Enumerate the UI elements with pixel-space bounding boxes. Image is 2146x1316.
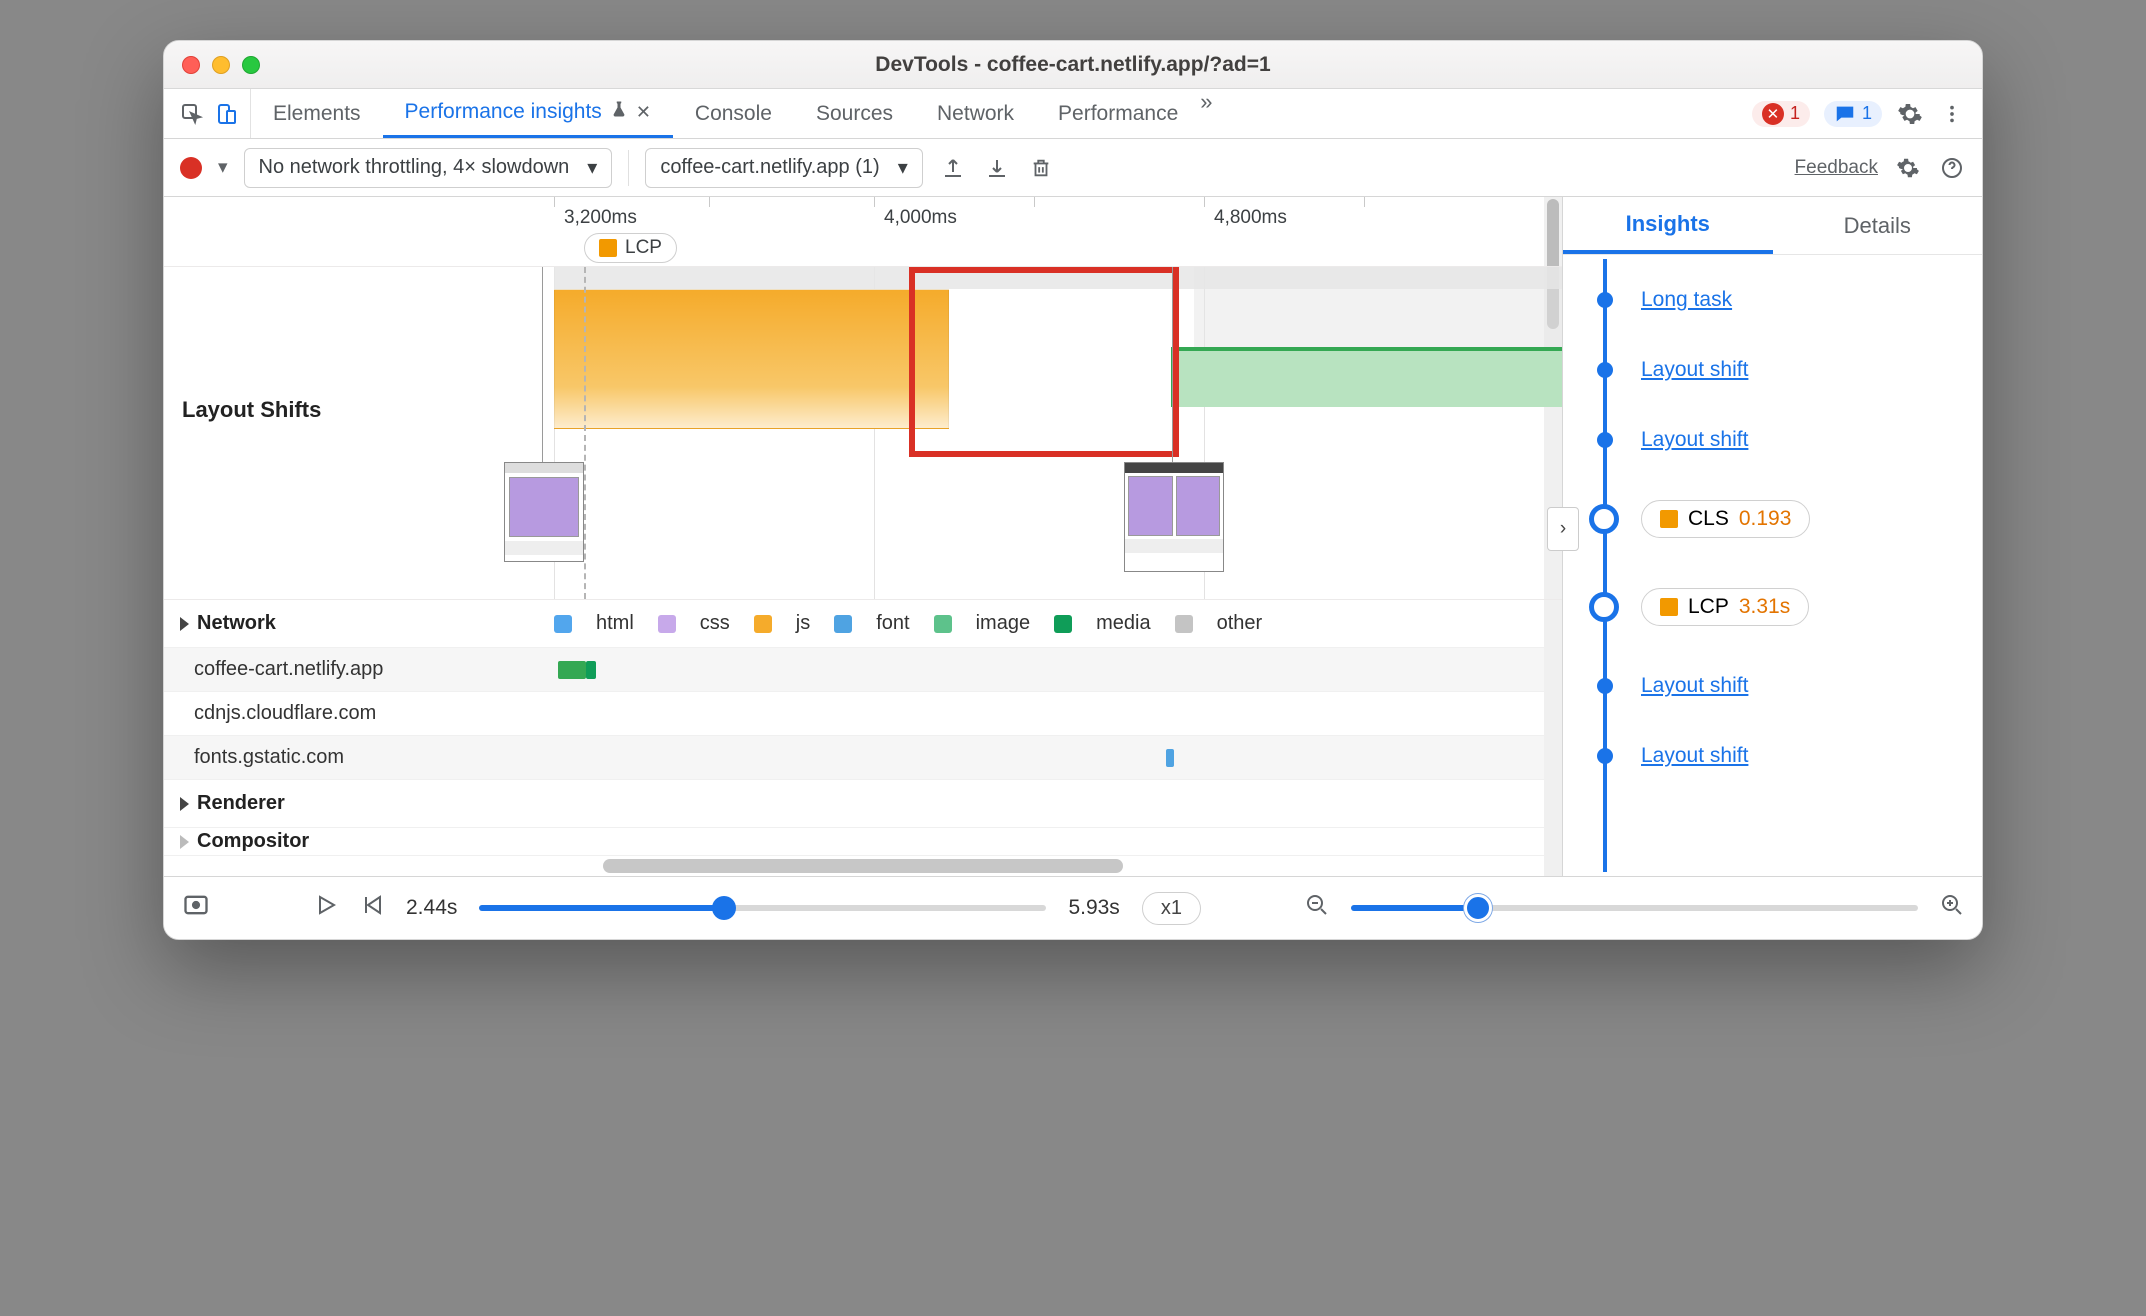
toggle-screenshots-icon[interactable]: [182, 891, 210, 925]
network-row[interactable]: coffee-cart.netlify.app: [164, 648, 1562, 692]
highlight-box: [909, 267, 1179, 457]
insight-item[interactable]: Layout shift: [1563, 405, 1982, 475]
insight-metric-lcp[interactable]: LCP 3.31s: [1563, 563, 1982, 651]
delete-icon[interactable]: [1027, 154, 1055, 182]
tab-details[interactable]: Details: [1773, 197, 1983, 254]
layout-shifts-row: Layout Shifts: [164, 267, 1562, 600]
feedback-link[interactable]: Feedback: [1795, 157, 1878, 179]
window-title: DevTools - coffee-cart.netlify.app/?ad=1: [164, 53, 1982, 77]
device-toolbar-icon[interactable]: [212, 100, 240, 128]
network-legend: html css js font image media other: [554, 612, 1262, 635]
tab-network[interactable]: Network: [915, 89, 1036, 138]
insights-toolbar: ▾ No network throttling, 4× slowdown▾ co…: [164, 139, 1982, 197]
tab-close-icon[interactable]: ✕: [636, 102, 651, 123]
expand-arrow-icon[interactable]: [180, 797, 189, 811]
playback-bar: 2.44s 5.93s x1: [164, 877, 1982, 939]
record-menu-caret[interactable]: ▾: [218, 156, 228, 179]
insight-item[interactable]: Long task: [1563, 265, 1982, 335]
insights-sidebar: › Insights Details Long task Layout shif…: [1562, 197, 1982, 876]
insight-item[interactable]: Layout shift: [1563, 651, 1982, 721]
filmstrip-thumb[interactable]: [504, 462, 584, 562]
close-window-button[interactable]: [182, 56, 200, 74]
layout-shifts-label: Layout Shifts: [164, 267, 554, 599]
tab-console[interactable]: Console: [673, 89, 794, 138]
insights-list: Long task Layout shift Layout shift CLS …: [1563, 255, 1982, 876]
expand-arrow-icon[interactable]: [180, 617, 189, 631]
inspect-icon[interactable]: [178, 100, 206, 128]
tab-sources[interactable]: Sources: [794, 89, 915, 138]
renderer-header-row[interactable]: Renderer: [164, 780, 1562, 828]
throttling-select[interactable]: No network throttling, 4× slowdown▾: [244, 148, 613, 188]
insight-item[interactable]: Layout shift: [1563, 721, 1982, 791]
network-row[interactable]: cdnjs.cloudflare.com: [164, 692, 1562, 736]
play-icon[interactable]: [314, 893, 338, 923]
footer-end-time: 5.93s: [1068, 896, 1119, 920]
tracks-grid: Network html css js font image media oth…: [164, 600, 1562, 856]
devtools-window: DevTools - coffee-cart.netlify.app/?ad=1…: [163, 40, 1983, 940]
playhead-line: [584, 267, 586, 599]
import-icon[interactable]: [983, 154, 1011, 182]
zoom-out-icon[interactable]: [1305, 893, 1329, 923]
horizontal-scrollbar[interactable]: [164, 856, 1562, 876]
compositor-header-row[interactable]: Compositor: [164, 828, 1562, 856]
settings-icon[interactable]: [1896, 100, 1924, 128]
flask-icon: [610, 100, 628, 124]
filmstrip-thumb[interactable]: [1124, 462, 1224, 572]
tab-performance-insights[interactable]: Performance insights ✕: [383, 89, 673, 138]
speed-chip[interactable]: x1: [1142, 892, 1201, 925]
more-tabs-icon[interactable]: »: [1200, 89, 1212, 138]
page-select[interactable]: coffee-cart.netlify.app (1)▾: [645, 148, 922, 188]
lcp-chip[interactable]: LCP: [584, 233, 677, 263]
kebab-menu-icon[interactable]: [1938, 100, 1966, 128]
record-button[interactable]: [180, 157, 202, 179]
timeline-panel: 3,200ms 4,000ms 4,800ms LCP Layout Shift…: [164, 197, 1562, 876]
tab-insights[interactable]: Insights: [1563, 197, 1773, 254]
zoom-in-icon[interactable]: [1940, 893, 1964, 923]
lcp-block[interactable]: [554, 289, 949, 429]
render-block[interactable]: [1174, 347, 1562, 407]
main-panel: 3,200ms 4,000ms 4,800ms LCP Layout Shift…: [164, 197, 1982, 877]
time-slider[interactable]: [479, 896, 1046, 920]
rewind-icon[interactable]: [360, 893, 384, 923]
zoom-slider[interactable]: [1351, 896, 1918, 920]
network-header-row[interactable]: Network html css js font image media oth…: [164, 600, 1562, 648]
zoom-window-button[interactable]: [242, 56, 260, 74]
expand-arrow-icon[interactable]: [180, 835, 189, 849]
insight-item[interactable]: Layout shift: [1563, 335, 1982, 405]
traffic-lights: [164, 56, 260, 74]
help-icon[interactable]: [1938, 154, 1966, 182]
window-titlebar: DevTools - coffee-cart.netlify.app/?ad=1: [164, 41, 1982, 89]
export-icon[interactable]: [939, 154, 967, 182]
network-row[interactable]: fonts.gstatic.com: [164, 736, 1562, 780]
tab-performance[interactable]: Performance: [1036, 89, 1200, 138]
panel-settings-icon[interactable]: [1894, 154, 1922, 182]
minimize-window-button[interactable]: [212, 56, 230, 74]
tab-elements[interactable]: Elements: [251, 89, 383, 138]
timeline-ruler: 3,200ms 4,000ms 4,800ms LCP: [164, 197, 1562, 267]
errors-badge[interactable]: ✕1: [1752, 101, 1810, 127]
sidebar-tabs: Insights Details: [1563, 197, 1982, 255]
footer-start-time: 2.44s: [406, 896, 457, 920]
insight-metric-cls[interactable]: CLS 0.193: [1563, 475, 1982, 563]
messages-badge[interactable]: 1: [1824, 101, 1882, 127]
devtools-tabs: Elements Performance insights ✕ Console …: [164, 89, 1982, 139]
